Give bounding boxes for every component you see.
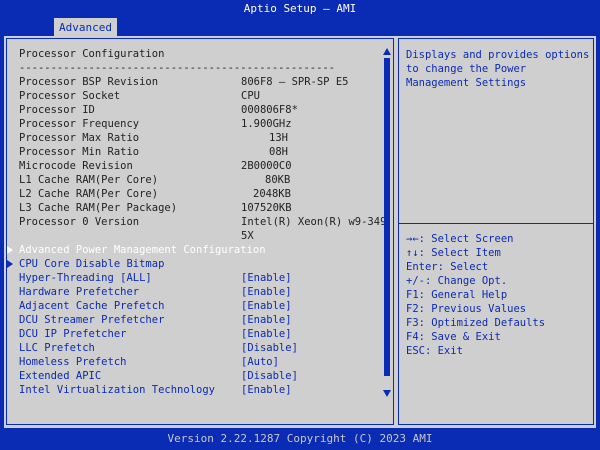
scroll-down-icon[interactable] <box>383 390 391 397</box>
scroll-up-icon[interactable] <box>383 48 391 55</box>
key-hint-change-opt: +/-: Change Opt. <box>406 275 508 287</box>
option-extended-apic[interactable]: Extended APIC [Disable] <box>7 369 377 383</box>
key-hint-general-help: F1: General Help <box>406 289 508 301</box>
option-adjacent-cache-prefetch[interactable]: Adjacent Cache Prefetch [Enable] <box>7 299 377 313</box>
submenu-arrow-icon <box>7 246 13 254</box>
option-intel-virtualization[interactable]: Intel Virtualization Technology [Enable] <box>7 383 377 397</box>
help-description: Displays and provides options to change … <box>406 49 596 89</box>
tab-bar: Advanced <box>0 18 600 36</box>
submenu-advanced-power-management[interactable]: Advanced Power Management Configuration <box>7 243 377 257</box>
settings-list: Processor Configuration ----------------… <box>6 38 394 425</box>
option-llc-prefetch[interactable]: LLC Prefetch [Disable] <box>7 341 377 355</box>
option-hyper-threading[interactable]: Hyper-Threading [ALL] [Enable] <box>7 271 377 285</box>
key-hint-previous-values: F2: Previous Values <box>406 303 527 315</box>
scrollbar[interactable] <box>383 46 391 398</box>
key-hint-save-exit: F4: Save & Exit <box>406 331 501 343</box>
option-hardware-prefetcher[interactable]: Hardware Prefetcher [Enable] <box>7 285 377 299</box>
key-hint-select-item: ↑↓: Select Item <box>406 247 501 259</box>
submenu-cpu-core-disable-bitmap[interactable]: CPU Core Disable Bitmap <box>7 257 377 271</box>
main-panel: Processor Configuration ----------------… <box>4 36 596 428</box>
option-dcu-streamer-prefetcher[interactable]: DCU Streamer Prefetcher [Enable] <box>7 313 377 327</box>
window-title: Aptio Setup – AMI <box>243 2 357 15</box>
submenu-arrow-icon <box>7 260 13 268</box>
help-divider <box>399 223 593 224</box>
key-hint-enter: Enter: Select <box>406 261 489 273</box>
help-panel: Displays and provides options to change … <box>398 38 594 425</box>
key-hint-optimized-defaults: F3: Optimized Defaults <box>406 317 546 329</box>
tab-advanced[interactable]: Advanced <box>54 18 117 36</box>
footer-version: Version 2.22.1287 Copyright (C) 2023 AMI <box>167 432 433 445</box>
option-homeless-prefetch[interactable]: Homeless Prefetch [Auto] <box>7 355 377 369</box>
scroll-thumb[interactable] <box>384 58 390 376</box>
key-hint-exit: ESC: Exit <box>406 345 463 357</box>
key-hint-select-screen: →←: Select Screen <box>406 233 514 245</box>
option-dcu-ip-prefetcher[interactable]: DCU IP Prefetcher [Enable] <box>7 327 377 341</box>
